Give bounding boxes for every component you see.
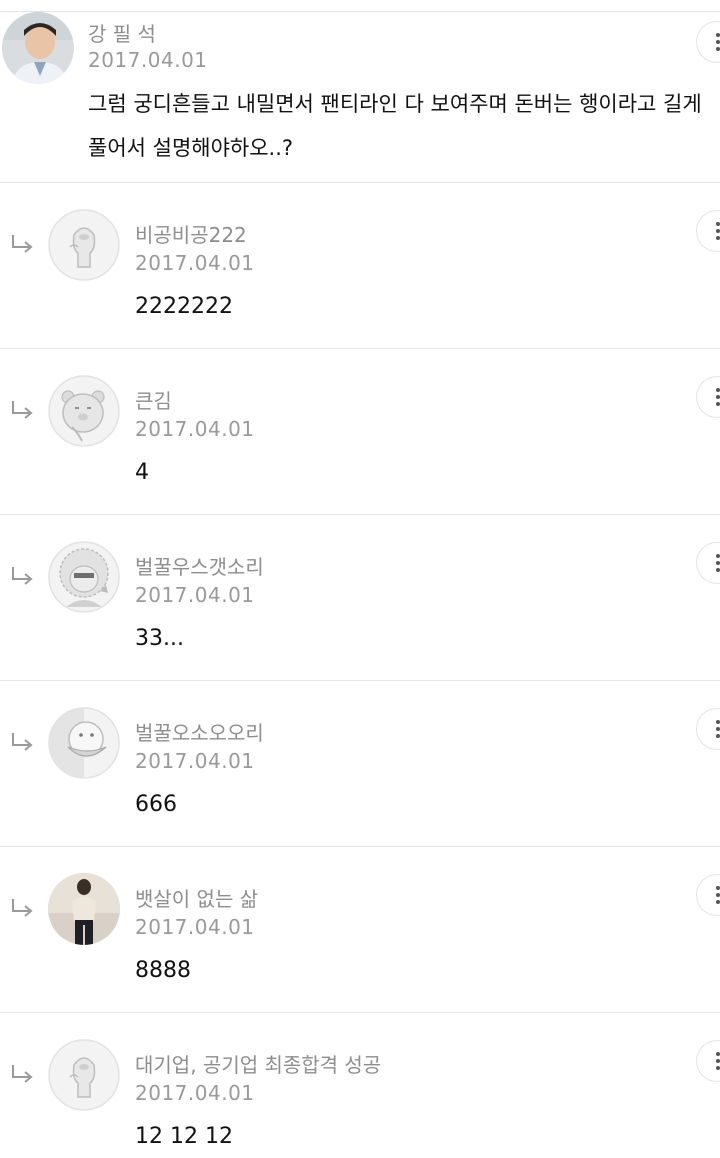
more-dots-icon bbox=[716, 554, 720, 575]
reply-arrow-icon bbox=[10, 897, 36, 919]
user-avatar[interactable] bbox=[48, 707, 120, 779]
comment-text: 12 12 12 bbox=[135, 1124, 233, 1149]
lion-character-icon bbox=[48, 375, 120, 447]
comment-text: 그럼 궁디흔들고 내밀면서 팬티라인 다 보여주며 돈버는 행이라고 길게 풀어… bbox=[88, 92, 702, 160]
more-dots-icon bbox=[716, 33, 720, 54]
reply-item: 뱃살이 없는 삶 2017.04.01 8888 bbox=[0, 847, 720, 1013]
reply-arrow-icon bbox=[10, 233, 36, 255]
comment-date: 2017.04.01 bbox=[135, 251, 255, 275]
more-options-button[interactable] bbox=[696, 210, 720, 252]
more-dots-icon bbox=[716, 886, 720, 907]
comment-date: 2017.04.01 bbox=[135, 1081, 255, 1105]
more-options-button[interactable] bbox=[696, 542, 720, 584]
more-options-button[interactable] bbox=[696, 21, 720, 63]
duck-character-icon bbox=[48, 707, 120, 779]
reply-arrow-icon bbox=[10, 1063, 36, 1085]
default-character-icon bbox=[48, 1039, 120, 1111]
more-dots-icon bbox=[716, 1052, 720, 1073]
comment-text: 2222222 bbox=[135, 294, 233, 319]
user-avatar[interactable] bbox=[48, 209, 120, 281]
more-dots-icon bbox=[716, 720, 720, 741]
reply-arrow-icon bbox=[10, 399, 36, 421]
reply-item: 벌꿀우스갯소리 2017.04.01 33... bbox=[0, 515, 720, 681]
user-avatar[interactable] bbox=[2, 12, 74, 84]
author-name[interactable]: 강 필 석 bbox=[88, 18, 156, 47]
author-name[interactable]: 비공비공222 bbox=[135, 219, 247, 248]
comment-text: 8888 bbox=[135, 958, 191, 983]
author-name[interactable]: 벌꿀우스갯소리 bbox=[135, 551, 264, 580]
comment-text: 4 bbox=[135, 460, 149, 485]
more-options-button[interactable] bbox=[696, 376, 720, 418]
comment-date: 2017.04.01 bbox=[88, 48, 208, 72]
comment-date: 2017.04.01 bbox=[135, 915, 255, 939]
comment-text: 666 bbox=[135, 792, 177, 817]
default-character-icon bbox=[48, 209, 120, 281]
more-options-button[interactable] bbox=[696, 874, 720, 916]
reply-item: 큰김 2017.04.01 4 bbox=[0, 349, 720, 515]
reply-arrow-icon bbox=[10, 565, 36, 587]
author-name[interactable]: 큰김 bbox=[135, 385, 172, 414]
more-dots-icon bbox=[716, 388, 720, 409]
comment-date: 2017.04.01 bbox=[135, 749, 255, 773]
reply-item: 비공비공222 2017.04.01 2222222 bbox=[0, 183, 720, 349]
user-avatar[interactable] bbox=[48, 873, 120, 945]
comment-date: 2017.04.01 bbox=[135, 417, 255, 441]
comment-text: 33... bbox=[135, 626, 184, 651]
comment-date: 2017.04.01 bbox=[135, 583, 255, 607]
photo-avatar-icon bbox=[2, 12, 74, 84]
reply-item: 벌꿀오소오오리 2017.04.01 666 bbox=[0, 681, 720, 847]
author-name[interactable]: 대기업, 공기업 최종합격 성공 bbox=[135, 1049, 381, 1078]
more-dots-icon bbox=[716, 222, 720, 243]
comment-item: 강 필 석 2017.04.01 그럼 궁디흔들고 내밀면서 팬티라인 다 보여… bbox=[0, 12, 720, 183]
user-avatar[interactable] bbox=[48, 541, 120, 613]
reply-arrow-icon bbox=[10, 731, 36, 753]
author-name[interactable]: 뱃살이 없는 삶 bbox=[135, 883, 258, 912]
user-avatar[interactable] bbox=[48, 375, 120, 447]
comment-list: 강 필 석 2017.04.01 그럼 궁디흔들고 내밀면서 팬티라인 다 보여… bbox=[0, 0, 720, 1158]
author-name[interactable]: 벌꿀오소오오리 bbox=[135, 717, 264, 746]
photo-avatar-icon bbox=[48, 873, 120, 945]
more-options-button[interactable] bbox=[696, 708, 720, 750]
curly-character-icon bbox=[48, 541, 120, 613]
more-options-button[interactable] bbox=[696, 1040, 720, 1082]
user-avatar[interactable] bbox=[48, 1039, 120, 1111]
reply-item: 대기업, 공기업 최종합격 성공 2017.04.01 12 12 12 bbox=[0, 1013, 720, 1158]
